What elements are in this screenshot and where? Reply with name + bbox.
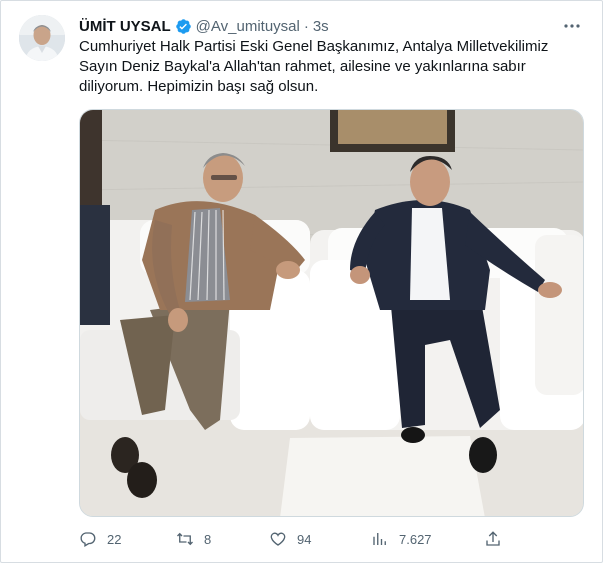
separator-dot: · xyxy=(303,17,309,35)
view-count: 7.627 xyxy=(399,531,432,547)
share-icon xyxy=(486,531,500,546)
views-icon xyxy=(373,533,386,545)
tweet-card[interactable]: ÜMİT UYSAL @Av_umituysal · 3s Cumhuriyet… xyxy=(0,0,603,563)
avatar-image xyxy=(19,15,65,61)
reply-icon xyxy=(80,532,96,547)
reply-button[interactable]: 22 xyxy=(79,528,121,550)
reply-count: 22 xyxy=(107,531,122,547)
photo-image xyxy=(80,110,583,516)
tweet-header: ÜMİT UYSAL @Av_umituysal · 3s xyxy=(79,16,582,36)
tweet-photo[interactable] xyxy=(79,109,584,517)
retweet-icon xyxy=(177,532,193,546)
author-handle[interactable]: @Av_umituysal xyxy=(196,18,300,35)
author-name[interactable]: ÜMİT UYSAL xyxy=(79,18,171,35)
retweet-count: 8 xyxy=(204,531,212,547)
like-count: 94 xyxy=(297,531,312,547)
tweet-time[interactable]: 3s xyxy=(313,18,329,35)
more-options-icon[interactable] xyxy=(562,16,582,36)
share-button[interactable] xyxy=(484,528,502,550)
views-button[interactable]: 7.627 xyxy=(371,528,432,550)
avatar[interactable] xyxy=(19,15,65,61)
retweet-button[interactable]: 8 xyxy=(176,528,211,550)
tweet-actions: 22 8 94 7.627 xyxy=(79,528,509,550)
like-button[interactable]: 94 xyxy=(269,528,311,550)
heart-icon xyxy=(270,532,286,546)
verified-badge-icon xyxy=(175,18,192,35)
tweet-text: Cumhuriyet Halk Partisi Eski Genel Başka… xyxy=(79,38,549,95)
